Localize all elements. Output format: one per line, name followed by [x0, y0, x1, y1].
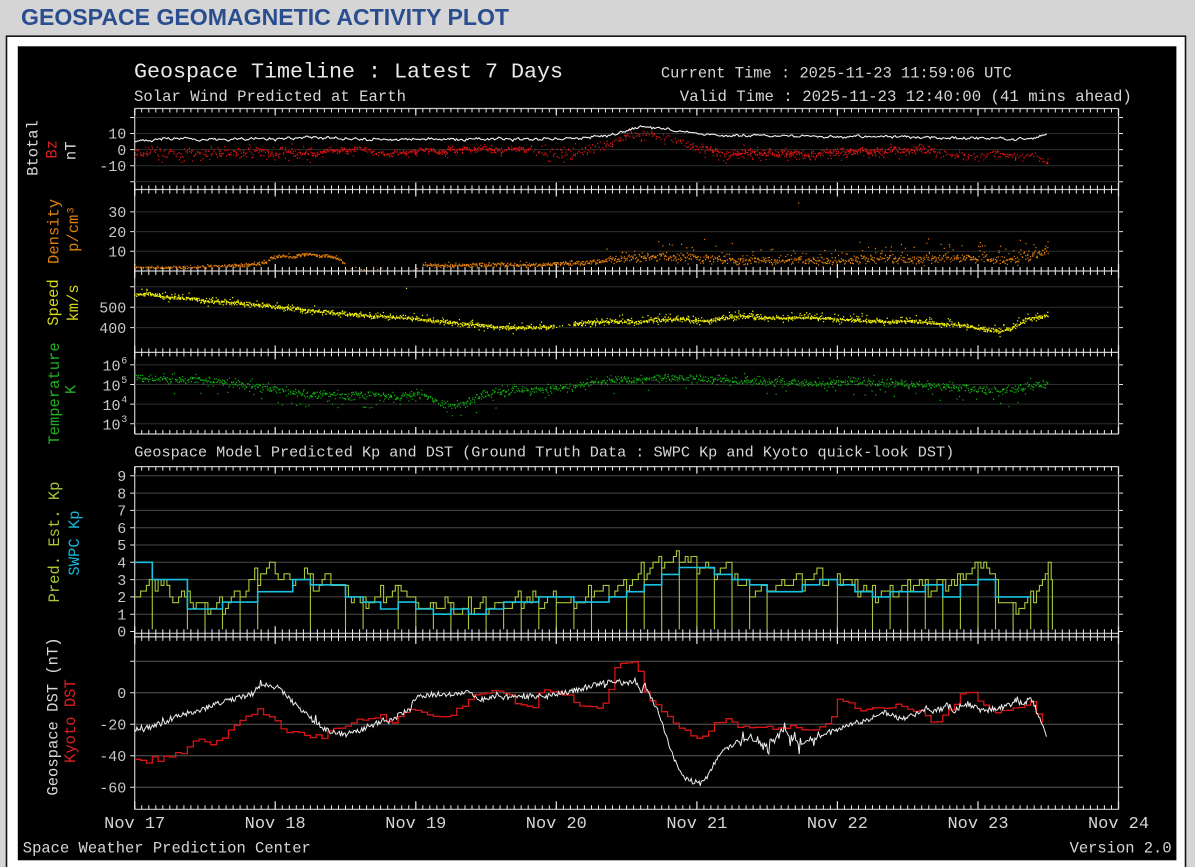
svg-text:10: 10	[102, 418, 120, 435]
svg-text:Bz: Bz	[44, 140, 62, 159]
svg-text:Nov 18: Nov 18	[245, 814, 306, 833]
svg-text:5: 5	[117, 538, 126, 555]
svg-text:7: 7	[117, 504, 126, 521]
svg-text:-60: -60	[99, 780, 126, 797]
svg-text:p/cm: p/cm	[65, 215, 83, 252]
svg-text:30: 30	[108, 205, 126, 222]
svg-text:-10: -10	[99, 159, 126, 176]
svg-text:Btotal: Btotal	[25, 120, 43, 176]
svg-text:10: 10	[108, 127, 126, 144]
svg-text:10: 10	[108, 245, 126, 262]
svg-text:K: K	[63, 384, 81, 394]
svg-text:10: 10	[102, 378, 120, 395]
svg-text:0: 0	[117, 625, 126, 642]
svg-text:9: 9	[117, 469, 126, 486]
svg-text:-40: -40	[99, 749, 126, 766]
svg-text:nT: nT	[63, 141, 81, 160]
svg-text:Nov 17: Nov 17	[104, 814, 165, 833]
svg-text:20: 20	[108, 225, 126, 242]
svg-text:Nov 22: Nov 22	[807, 814, 868, 833]
svg-text:3: 3	[121, 415, 127, 426]
svg-text:Current Time : 2025-11-23 11:5: Current Time : 2025-11-23 11:59:06 UTC	[661, 64, 1012, 82]
svg-text:10: 10	[102, 359, 120, 376]
svg-text:Space Weather Prediction Cente: Space Weather Prediction Center	[23, 840, 311, 858]
svg-text:500: 500	[99, 300, 126, 317]
svg-text:2: 2	[117, 590, 126, 607]
svg-text:5: 5	[121, 376, 127, 387]
svg-text:10: 10	[102, 398, 120, 415]
svg-text:Temperature: Temperature	[46, 342, 64, 444]
svg-text:Pred. Est. Kp: Pred. Est. Kp	[46, 482, 64, 603]
svg-text:Geospace Timeline : Latest 7 D: Geospace Timeline : Latest 7 Days	[134, 61, 563, 85]
svg-text:Nov 20: Nov 20	[526, 814, 587, 833]
svg-text:8: 8	[117, 486, 126, 503]
svg-text:Geospace Model Predicted Kp an: Geospace Model Predicted Kp and DST (Gro…	[134, 443, 954, 461]
svg-text:Nov 24: Nov 24	[1088, 814, 1149, 833]
svg-text:Version 2.0: Version 2.0	[1070, 840, 1172, 858]
svg-text:SWPC Kp: SWPC Kp	[66, 510, 84, 575]
svg-text:Valid Time : 2025-11-23 12:40:: Valid Time : 2025-11-23 12:40:00 (41 min…	[680, 88, 1132, 106]
svg-text:Nov 21: Nov 21	[666, 814, 727, 833]
svg-text:-20: -20	[99, 717, 126, 734]
svg-text:0: 0	[117, 143, 126, 160]
svg-text:Geospace DST (nT): Geospace DST (nT)	[45, 637, 63, 795]
svg-text:Speed: Speed	[45, 279, 63, 326]
svg-text:Nov 23: Nov 23	[948, 814, 1009, 833]
svg-text:6: 6	[117, 521, 126, 538]
svg-text:Density: Density	[46, 199, 64, 264]
svg-text:1: 1	[117, 607, 126, 624]
svg-text:400: 400	[99, 321, 126, 338]
svg-text:Solar Wind Predicted at Earth: Solar Wind Predicted at Earth	[134, 88, 406, 106]
svg-text:0: 0	[117, 686, 126, 703]
svg-text:4: 4	[117, 556, 126, 573]
svg-text:Kyoto DST: Kyoto DST	[62, 679, 80, 763]
svg-text:4: 4	[121, 396, 127, 407]
svg-text:6: 6	[121, 356, 127, 367]
svg-text:3: 3	[117, 573, 126, 590]
svg-text:km/s: km/s	[65, 284, 83, 321]
svg-text:3: 3	[67, 207, 78, 213]
svg-text:Nov 19: Nov 19	[385, 814, 446, 833]
svg-text:GEOSPACE GEOMAGNETIC ACTIVITY: GEOSPACE GEOMAGNETIC ACTIVITY PLOT	[21, 4, 510, 30]
